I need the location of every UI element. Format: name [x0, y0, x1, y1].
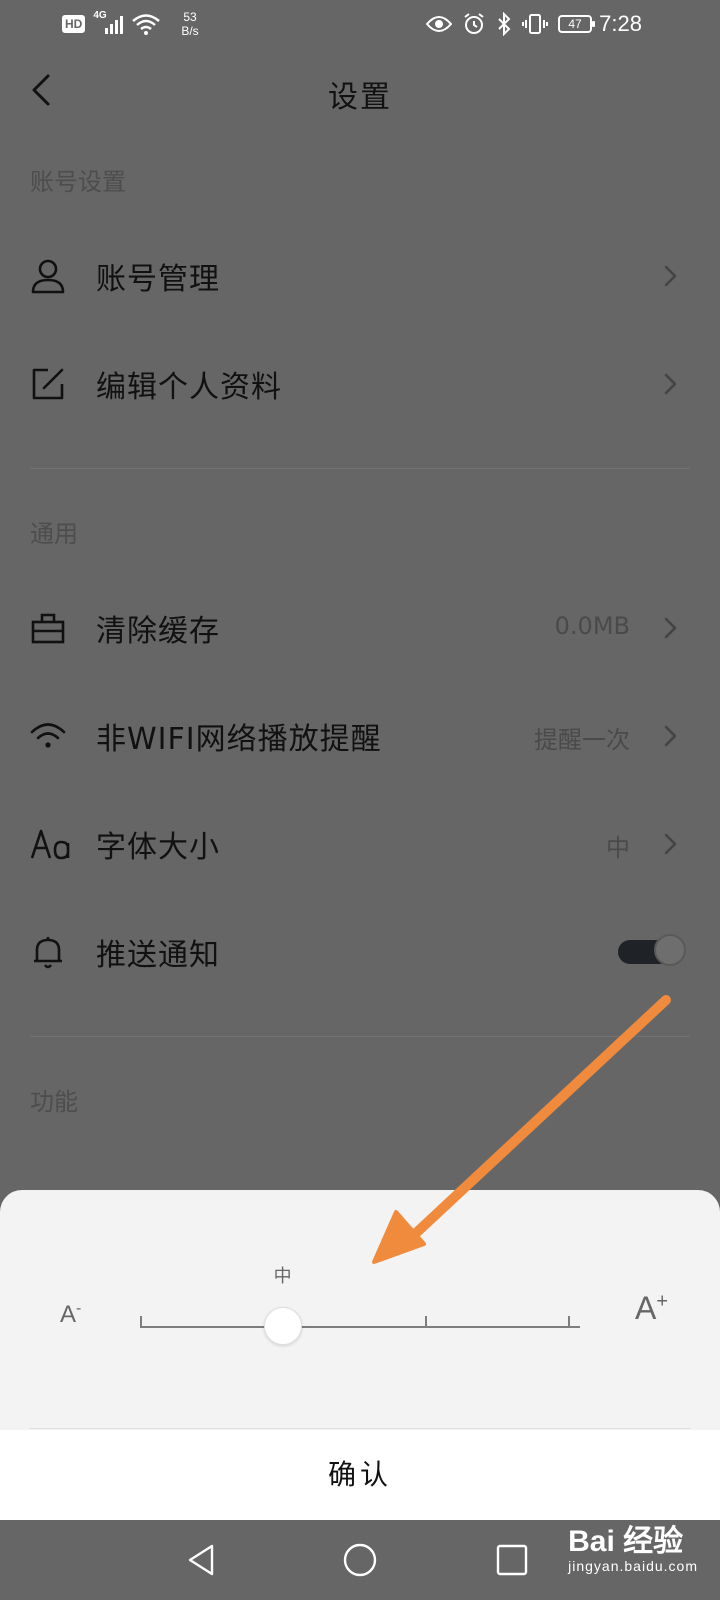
cache-size-value: 0.0MB: [554, 612, 630, 640]
confirm-button[interactable]: 确认: [0, 1430, 720, 1520]
network-speed-value: 53: [183, 10, 197, 24]
status-left: HD 4G 53 B/s: [62, 8, 199, 40]
row-label: 推送通知: [96, 938, 220, 973]
vibrate-icon: [522, 14, 548, 34]
status-right: 47: [426, 10, 595, 38]
font-increase-mark: +: [656, 1290, 668, 1313]
edit-square-icon: [32, 368, 64, 400]
font-decrease-mark: -: [76, 1300, 82, 1317]
font-decrease-letter: A: [60, 1301, 77, 1328]
settings-page: HD 4G 53 B/s 47 7:28 设置 账号设置 账号管理 编辑个人资料…: [0, 0, 720, 1600]
chevron-right-icon: [664, 373, 677, 395]
row-label: 编辑个人资料: [96, 370, 282, 405]
font-size-slider[interactable]: 中: [140, 1266, 580, 1345]
row-label: 清除缓存: [96, 614, 220, 649]
person-icon: [31, 259, 65, 294]
slider-tick: [140, 1316, 142, 1328]
row-label: 非WIFI网络播放提醒: [96, 722, 382, 757]
font-increase-label[interactable]: A+: [635, 1290, 668, 1327]
watermark-sub: jingyan.baidu.com: [568, 1558, 698, 1574]
clock: 7:28: [599, 11, 642, 36]
page-title: 设置: [328, 80, 392, 115]
bluetooth-icon: [498, 12, 511, 36]
toggle-knob: [654, 934, 686, 966]
row-edit-profile[interactable]: 编辑个人资料: [0, 334, 720, 434]
row-label: 账号管理: [96, 262, 220, 297]
row-push-notifications: 推送通知: [0, 902, 720, 1002]
row-clear-cache[interactable]: 清除缓存 0.0MB: [0, 578, 720, 678]
font-increase-letter: A: [634, 1290, 657, 1326]
alarm-icon: [464, 13, 484, 34]
row-non-wifi-reminder[interactable]: 非WIFI网络播放提醒 提醒一次: [0, 686, 720, 786]
row-account-management[interactable]: 账号管理: [0, 226, 720, 326]
font-size-sheet: A- 中 A+ 确认: [0, 1190, 720, 1520]
section-divider: [30, 1036, 690, 1037]
hd-badge: HD: [62, 15, 86, 33]
network-speed-unit: B/s: [181, 24, 199, 38]
briefcase-icon: [31, 613, 65, 644]
nav-back-icon[interactable]: [184, 1542, 220, 1578]
watermark-main: Bai 经验: [568, 1525, 684, 1558]
cellular-signal-icon: 4G: [93, 10, 124, 36]
reminder-value: 提醒一次: [534, 726, 630, 754]
sheet-divider: [30, 1428, 690, 1429]
slider-knob[interactable]: [263, 1307, 302, 1345]
chevron-right-icon: [664, 265, 677, 287]
slider-tick: [568, 1316, 570, 1328]
network-speed: 53 B/s: [181, 10, 198, 38]
row-label: 字体大小: [96, 830, 220, 865]
section-account-label: 账号设置: [30, 168, 126, 196]
nav-home-icon[interactable]: [342, 1542, 378, 1578]
baidu-jingyan-watermark: Bai 经验 jingyan.baidu.com: [568, 1525, 698, 1575]
header: 设置: [0, 54, 720, 130]
chevron-right-icon: [664, 617, 677, 639]
section-divider: [30, 468, 690, 469]
slider-level-label: 中: [273, 1266, 292, 1287]
text-aa-icon: [30, 829, 70, 860]
chevron-right-icon: [664, 725, 677, 747]
font-decrease-label[interactable]: A-: [60, 1300, 81, 1329]
wifi-status-icon: [132, 14, 161, 35]
bell-icon: [34, 937, 62, 969]
wifi-icon: [30, 723, 66, 748]
slider-tick: [425, 1316, 428, 1328]
nav-recents-icon[interactable]: [494, 1542, 530, 1578]
eye-comfort-icon: [426, 16, 452, 32]
slider-track: [140, 1326, 580, 1328]
status-bar: HD 4G 53 B/s 47 7:28: [0, 0, 720, 48]
font-size-value: 中: [606, 834, 630, 862]
battery-indicator: 47: [558, 15, 595, 33]
push-notifications-toggle[interactable]: [618, 934, 686, 968]
section-features-label: 功能: [30, 1088, 78, 1116]
section-general-label: 通用: [30, 520, 78, 548]
row-font-size[interactable]: 字体大小 中: [0, 794, 720, 894]
chevron-right-icon: [664, 833, 677, 855]
